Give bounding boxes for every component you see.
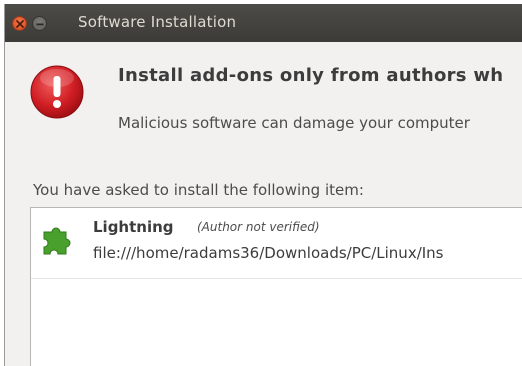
software-installation-dialog: Software Installation Install add-ons on… bbox=[4, 4, 522, 366]
item-path: file:///home/radams36/Downloads/PC/Linux… bbox=[93, 244, 444, 262]
dialog-message: Malicious software can damage your compu… bbox=[118, 114, 470, 132]
warning-icon bbox=[30, 65, 84, 119]
items-list[interactable]: Lightning (Author not verified) file:///… bbox=[30, 207, 522, 366]
dialog-heading: Install add-ons only from authors wh bbox=[118, 65, 504, 86]
list-item[interactable]: Lightning (Author not verified) file:///… bbox=[31, 208, 522, 279]
title-bar[interactable]: Software Installation bbox=[5, 4, 522, 42]
window-title: Software Installation bbox=[78, 13, 237, 31]
puzzle-icon bbox=[43, 227, 71, 255]
minimize-icon bbox=[36, 23, 44, 26]
close-icon bbox=[16, 20, 24, 28]
minimize-button[interactable] bbox=[32, 16, 47, 31]
close-button[interactable] bbox=[12, 16, 27, 31]
install-prompt: You have asked to install the following … bbox=[33, 181, 364, 199]
item-author-note: (Author not verified) bbox=[197, 220, 320, 234]
item-name: Lightning bbox=[93, 218, 174, 236]
